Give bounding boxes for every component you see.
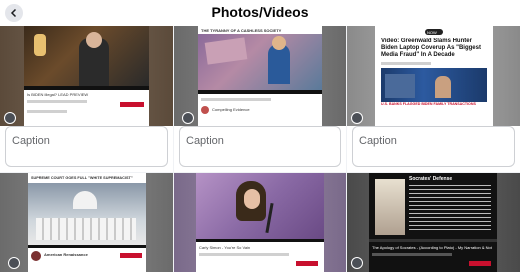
media-type-icon	[351, 112, 363, 124]
media-card[interactable]: THE TYRANNY OF A CASHLESS SOCIETY Compel…	[174, 26, 346, 172]
channel-name: Compelling Evidence	[212, 107, 250, 112]
media-card[interactable]: Is BIDEN illegal? LEAD PREVIEW Caption	[0, 26, 173, 172]
media-card[interactable]: Socrates' Defense The Apology of Socrate…	[347, 173, 520, 272]
video-stats	[199, 253, 289, 256]
caption-field[interactable]: Caption	[5, 126, 168, 167]
media-type-icon	[182, 112, 194, 124]
video-meta: The Apology of Socrates - (According to …	[372, 245, 492, 250]
article-thumbnail[interactable]: NOW Video: Greenwald Slams Hunter Biden …	[347, 26, 520, 126]
channel-name: American Renaissance	[44, 252, 88, 257]
channel-row	[27, 110, 67, 113]
video-meta: Carly Simon - You're So Vain	[199, 245, 251, 250]
subscribe-button	[120, 102, 144, 107]
video-thumbnail[interactable]: Is BIDEN illegal? LEAD PREVIEW	[0, 26, 173, 126]
photo-grid: Is BIDEN illegal? LEAD PREVIEW Caption T…	[0, 26, 520, 272]
video-thumbnail[interactable]: THE TYRANNY OF A CASHLESS SOCIETY Compel…	[174, 26, 346, 126]
media-card[interactable]: Carly Simon - You're So Vain	[174, 173, 346, 272]
video-stats	[201, 98, 271, 101]
video-thumbnail[interactable]: Socrates' Defense The Apology of Socrate…	[347, 173, 520, 272]
video-stats	[27, 100, 87, 103]
subscribe-button	[469, 261, 491, 266]
channel-avatar	[201, 106, 209, 114]
video-title: Socrates' Defense	[409, 176, 453, 182]
video-thumbnail[interactable]: Carly Simon - You're So Vain	[174, 173, 346, 272]
subscribe-button	[120, 253, 142, 258]
media-type-icon	[4, 112, 16, 124]
subscribe-button	[296, 261, 318, 266]
video-title: THE TYRANNY OF A CASHLESS SOCIETY	[201, 28, 282, 33]
caption-field[interactable]: Caption	[352, 126, 515, 167]
media-type-icon	[8, 257, 20, 269]
site-logo: NOW	[425, 29, 443, 35]
video-thumbnail[interactable]: SUPREME COURT GOES FULL "WHITE SUPREMACI…	[0, 173, 173, 272]
article-meta	[381, 62, 431, 65]
article-headline: Video: Greenwald Slams Hunter Biden Lapt…	[381, 38, 481, 58]
video-meta: Is BIDEN illegal? LEAD PREVIEW	[27, 92, 89, 97]
media-card[interactable]: NOW Video: Greenwald Slams Hunter Biden …	[347, 26, 520, 172]
news-lower-third: U.S. BANKS FLAGGED BIDEN FAMILY TRANSACT…	[381, 102, 487, 108]
video-stats	[372, 253, 452, 256]
media-card[interactable]: SUPREME COURT GOES FULL "WHITE SUPREMACI…	[0, 173, 173, 272]
header-bar: Photos/Videos	[0, 0, 520, 26]
media-type-icon	[351, 257, 363, 269]
video-banner: SUPREME COURT GOES FULL "WHITE SUPREMACI…	[31, 176, 133, 180]
caption-field[interactable]: Caption	[179, 126, 341, 167]
socrates-bust	[375, 179, 405, 235]
page-title: Photos/Videos	[211, 4, 309, 20]
channel-avatar	[31, 251, 41, 261]
